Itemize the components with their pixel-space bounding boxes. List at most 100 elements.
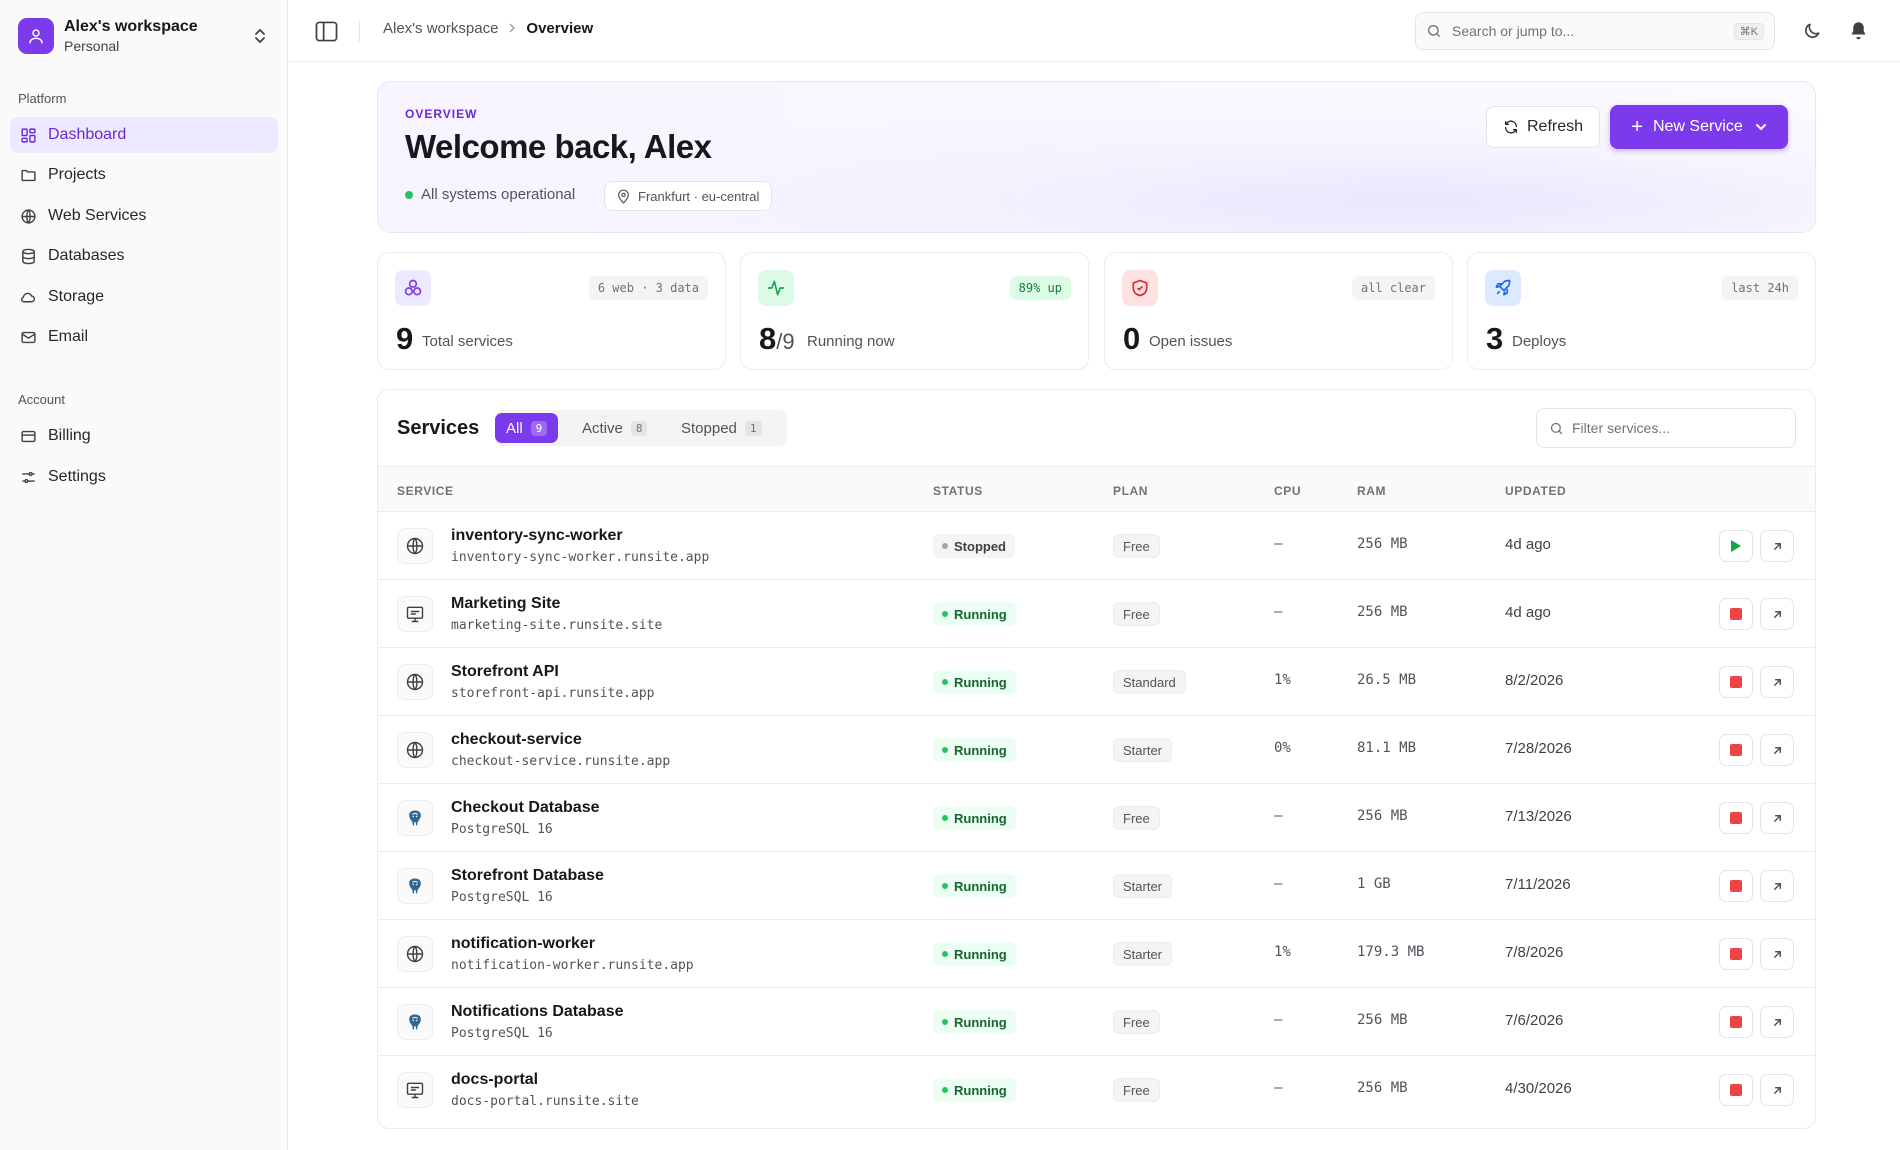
table-row[interactable]: Marketing Site marketing-site.runsite.si… xyxy=(378,580,1815,648)
stop-icon xyxy=(1730,1016,1742,1028)
hero-eyebrow: OVERVIEW xyxy=(405,107,478,121)
open-button[interactable] xyxy=(1760,734,1794,766)
open-button[interactable] xyxy=(1760,530,1794,562)
open-button[interactable] xyxy=(1760,938,1794,970)
global-search[interactable]: Search or jump to... ⌘K xyxy=(1415,12,1775,50)
service-name[interactable]: checkout-service xyxy=(451,731,582,749)
status-dot-icon xyxy=(942,1087,948,1093)
sidebar-item-label: Billing xyxy=(48,427,91,444)
refresh-button[interactable]: Refresh xyxy=(1486,106,1600,148)
open-button[interactable] xyxy=(1760,666,1794,698)
table-row[interactable]: inventory-sync-worker inventory-sync-wor… xyxy=(378,512,1815,580)
service-url: storefront-api.runsite.app xyxy=(451,686,655,701)
stop-button[interactable] xyxy=(1719,1074,1753,1106)
stop-button[interactable] xyxy=(1719,870,1753,902)
system-status-text: All systems operational xyxy=(421,186,576,203)
plan-badge: Starter xyxy=(1113,942,1173,966)
table-header: SERVICE STATUS PLAN CPU RAM UPDATED xyxy=(378,466,1815,512)
search-shortcut: ⌘K xyxy=(1733,22,1764,40)
service-name[interactable]: Storefront Database xyxy=(451,867,604,885)
open-button[interactable] xyxy=(1760,1006,1794,1038)
service-name[interactable]: Checkout Database xyxy=(451,799,600,817)
open-button[interactable] xyxy=(1760,1074,1794,1106)
service-url: docs-portal.runsite.site xyxy=(451,1094,639,1109)
sidebar-toggle-icon[interactable] xyxy=(313,18,339,44)
service-name[interactable]: docs-portal xyxy=(451,1071,538,1089)
start-button[interactable] xyxy=(1719,530,1753,562)
plan-badge: Free xyxy=(1113,806,1160,830)
table-row[interactable]: Storefront Database PostgreSQL 16 Runnin… xyxy=(378,852,1815,920)
cpu-value: 0% xyxy=(1274,740,1291,756)
service-name[interactable]: inventory-sync-worker xyxy=(451,527,623,545)
stop-button[interactable] xyxy=(1719,734,1753,766)
open-button[interactable] xyxy=(1760,870,1794,902)
cloud-icon xyxy=(18,287,38,307)
service-name[interactable]: notification-worker xyxy=(451,935,595,953)
table-row[interactable]: docs-portal docs-portal.runsite.site Run… xyxy=(378,1056,1815,1124)
sidebar-item-email[interactable]: Email xyxy=(10,319,278,355)
moon-icon[interactable] xyxy=(1799,18,1825,44)
stop-button[interactable] xyxy=(1719,802,1753,834)
table-row[interactable]: Checkout Database PostgreSQL 16 Running … xyxy=(378,784,1815,852)
services-title: Services xyxy=(397,417,480,439)
cpu-value: 1% xyxy=(1274,944,1291,960)
service-name[interactable]: Marketing Site xyxy=(451,595,560,613)
folder-icon xyxy=(18,165,38,185)
status-badge: Running xyxy=(933,602,1016,626)
stat-card-total-services: 6 web · 3 data 9 Total services xyxy=(377,252,726,370)
new-service-button[interactable]: + New Service xyxy=(1610,105,1788,149)
sidebar-item-projects[interactable]: Projects xyxy=(10,157,278,193)
stop-icon xyxy=(1730,880,1742,892)
stop-button[interactable] xyxy=(1719,666,1753,698)
sidebar-item-dashboard[interactable]: Dashboard xyxy=(10,117,278,153)
sidebar-item-databases[interactable]: Databases xyxy=(10,238,278,274)
updated-value: 4d ago xyxy=(1505,604,1551,621)
open-button[interactable] xyxy=(1760,802,1794,834)
ram-value: 256 MB xyxy=(1357,1012,1408,1028)
activity-icon xyxy=(758,270,794,306)
stop-icon xyxy=(1730,812,1742,824)
filter-services[interactable] xyxy=(1536,408,1796,448)
ram-value: 256 MB xyxy=(1357,808,1408,824)
rocket-icon xyxy=(1485,270,1521,306)
workspace-switcher[interactable]: Alex's workspace Personal xyxy=(10,10,278,62)
stop-button[interactable] xyxy=(1719,598,1753,630)
search-icon xyxy=(1549,421,1564,436)
table-row[interactable]: Storefront API storefront-api.runsite.ap… xyxy=(378,648,1815,716)
play-icon xyxy=(1730,539,1742,553)
service-engine: PostgreSQL 16 xyxy=(451,1026,553,1041)
cpu-value: – xyxy=(1274,1080,1283,1096)
service-name[interactable]: Notifications Database xyxy=(451,1003,623,1021)
status-text: Running xyxy=(954,810,1007,826)
sidebar-item-billing[interactable]: Billing xyxy=(10,418,278,454)
stop-button[interactable] xyxy=(1719,938,1753,970)
status-text: Running xyxy=(954,946,1007,962)
tab-stopped[interactable]: Stopped 1 xyxy=(670,413,773,443)
nav-section-account: Account xyxy=(18,392,65,407)
table-row[interactable]: checkout-service checkout-service.runsit… xyxy=(378,716,1815,784)
sidebar-item-storage[interactable]: Storage xyxy=(10,279,278,315)
tab-label: Stopped xyxy=(681,419,737,437)
arrow-up-right-icon xyxy=(1772,677,1783,688)
monitor-icon xyxy=(397,1072,433,1108)
sidebar-item-label: Storage xyxy=(48,288,105,305)
table-row[interactable]: notification-worker notification-worker.… xyxy=(378,920,1815,988)
sidebar-item-settings[interactable]: Settings xyxy=(10,459,278,495)
globe-icon xyxy=(397,936,433,972)
table-row[interactable]: Notifications Database PostgreSQL 16 Run… xyxy=(378,988,1815,1056)
open-button[interactable] xyxy=(1760,598,1794,630)
chevron-down-icon xyxy=(1755,123,1767,131)
bell-icon[interactable] xyxy=(1845,18,1871,44)
updated-value: 7/28/2026 xyxy=(1505,740,1572,757)
breadcrumb-workspace[interactable]: Alex's workspace xyxy=(383,20,498,37)
stop-button[interactable] xyxy=(1719,1006,1753,1038)
tab-active[interactable]: Active 8 xyxy=(571,413,658,443)
stat-badge: 6 web · 3 data xyxy=(588,276,708,300)
breadcrumb: Alex's workspace Overview xyxy=(383,20,593,37)
tab-all[interactable]: All 9 xyxy=(495,413,559,443)
filter-input[interactable] xyxy=(1572,420,1772,436)
service-name[interactable]: Storefront API xyxy=(451,663,559,681)
sidebar-item-web-services[interactable]: Web Services xyxy=(10,198,278,234)
stat-badge: all clear xyxy=(1351,276,1435,300)
tab-count: 9 xyxy=(530,420,548,436)
